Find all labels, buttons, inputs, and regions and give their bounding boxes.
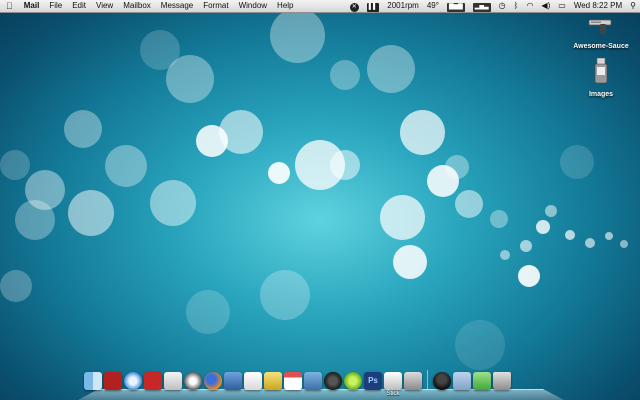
bokeh [545, 205, 557, 217]
dock-shelf [78, 389, 564, 400]
time-machine-icon[interactable]: ◷ [495, 0, 510, 12]
menu-mailbox[interactable]: Mailbox [118, 0, 156, 12]
bokeh [150, 180, 196, 226]
app-menu-mail[interactable]: Mail [19, 0, 45, 12]
bokeh [445, 155, 469, 179]
automator-icon[interactable] [224, 372, 242, 390]
itunes-icon[interactable] [184, 372, 202, 390]
gun-icon [588, 18, 614, 41]
script-editor-icon[interactable] [264, 372, 282, 390]
activity-graph-icon[interactable]: ▂▅▃ [469, 0, 495, 12]
stick-app-icon[interactable]: Stick [384, 372, 402, 397]
bokeh [105, 145, 147, 187]
bokeh [520, 240, 532, 252]
green-app-icon[interactable] [344, 372, 362, 390]
bokeh [367, 45, 415, 93]
bokeh [0, 270, 32, 302]
aperture-icon[interactable] [324, 372, 342, 390]
downloads-folder-icon[interactable] [473, 372, 491, 390]
desktop-item-label: Awesome-Sauce [573, 43, 629, 50]
status-area: ✕ ▌▌ 2001rpm 49° ▇▆▇ ▂▅▃ ◷ ᛒ ◠ ◀) ▭ Wed … [346, 0, 640, 12]
dock-item-label: Stick [386, 391, 400, 397]
photo-booth-icon[interactable] [144, 372, 162, 390]
desktop-item-awesome-sauce[interactable]: Awesome-Sauce [566, 18, 636, 50]
preview-icon[interactable] [164, 372, 182, 390]
bokeh [68, 190, 114, 236]
dock: Ps Stick [78, 368, 564, 400]
fan-speed-readout[interactable]: 2001rpm [383, 0, 423, 12]
trash-icon[interactable] [493, 372, 511, 390]
menu-message[interactable]: Message [156, 0, 198, 12]
bokeh [500, 250, 510, 260]
bokeh [518, 265, 540, 287]
bokeh [565, 230, 575, 240]
finder-icon[interactable] [84, 372, 102, 390]
usb-drive-icon [594, 57, 608, 89]
textedit-icon[interactable] [244, 372, 262, 390]
desktop-item-images[interactable]: Images [566, 57, 636, 98]
bokeh [393, 245, 427, 279]
firefox-icon[interactable] [204, 372, 222, 390]
bokeh [64, 110, 102, 148]
volume-icon[interactable]: ◀) [537, 0, 554, 12]
cpu-graph-icon[interactable]: ▇▆▇ [443, 0, 469, 12]
bokeh [400, 110, 445, 155]
bokeh [620, 240, 628, 248]
temperature-readout[interactable]: 49° [423, 0, 443, 12]
close-x-icon[interactable]: ✕ [346, 0, 363, 12]
menu-edit[interactable]: Edit [67, 0, 91, 12]
bokeh [260, 270, 310, 320]
battery-icon[interactable]: ▭ [554, 0, 570, 12]
bokeh [455, 190, 483, 218]
bokeh [140, 30, 180, 70]
apple-menu-icon[interactable]:  [0, 0, 19, 12]
darth-vader-icon[interactable] [433, 372, 451, 390]
bokeh [186, 290, 230, 334]
bokeh [455, 320, 505, 370]
bokeh [330, 150, 360, 180]
safari-icon[interactable] [124, 372, 142, 390]
bokeh [585, 238, 595, 248]
bokeh [560, 145, 594, 179]
ical-icon[interactable] [284, 372, 302, 390]
photoshop-icon[interactable]: Ps [364, 372, 382, 390]
dictionary-icon[interactable] [104, 372, 122, 390]
bokeh [270, 8, 325, 63]
iphoto-icon[interactable] [304, 372, 322, 390]
bokeh [0, 150, 30, 180]
bokeh [605, 232, 613, 240]
bokeh [219, 110, 263, 154]
bokeh [268, 162, 290, 184]
menu-format[interactable]: Format [198, 0, 233, 12]
desktop-wallpaper [0, 0, 640, 400]
bokeh [330, 60, 360, 90]
spotlight-search-icon[interactable]: ⚲ [626, 0, 640, 12]
dock-icons: Ps Stick [84, 370, 511, 397]
clock[interactable]: Wed 8:22 PM [570, 0, 626, 12]
bokeh [380, 195, 425, 240]
menu-file[interactable]: File [44, 0, 67, 12]
menu-window[interactable]: Window [234, 0, 272, 12]
app-rect-icon[interactable] [404, 372, 422, 390]
wifi-icon[interactable]: ◠ [522, 0, 537, 12]
monitor-bar-icon[interactable]: ▌▌ [363, 0, 384, 12]
bluetooth-icon[interactable]: ᛒ [510, 0, 523, 12]
menu-bar:  Mail File Edit View Mailbox Message Fo… [0, 0, 640, 13]
dock-separator [427, 370, 428, 390]
menu-help[interactable]: Help [272, 0, 298, 12]
bokeh [536, 220, 550, 234]
bokeh [15, 200, 55, 240]
bokeh [490, 210, 508, 228]
desktop-item-label: Images [588, 91, 614, 98]
documents-folder-icon[interactable] [453, 372, 471, 390]
menu-view[interactable]: View [91, 0, 118, 12]
